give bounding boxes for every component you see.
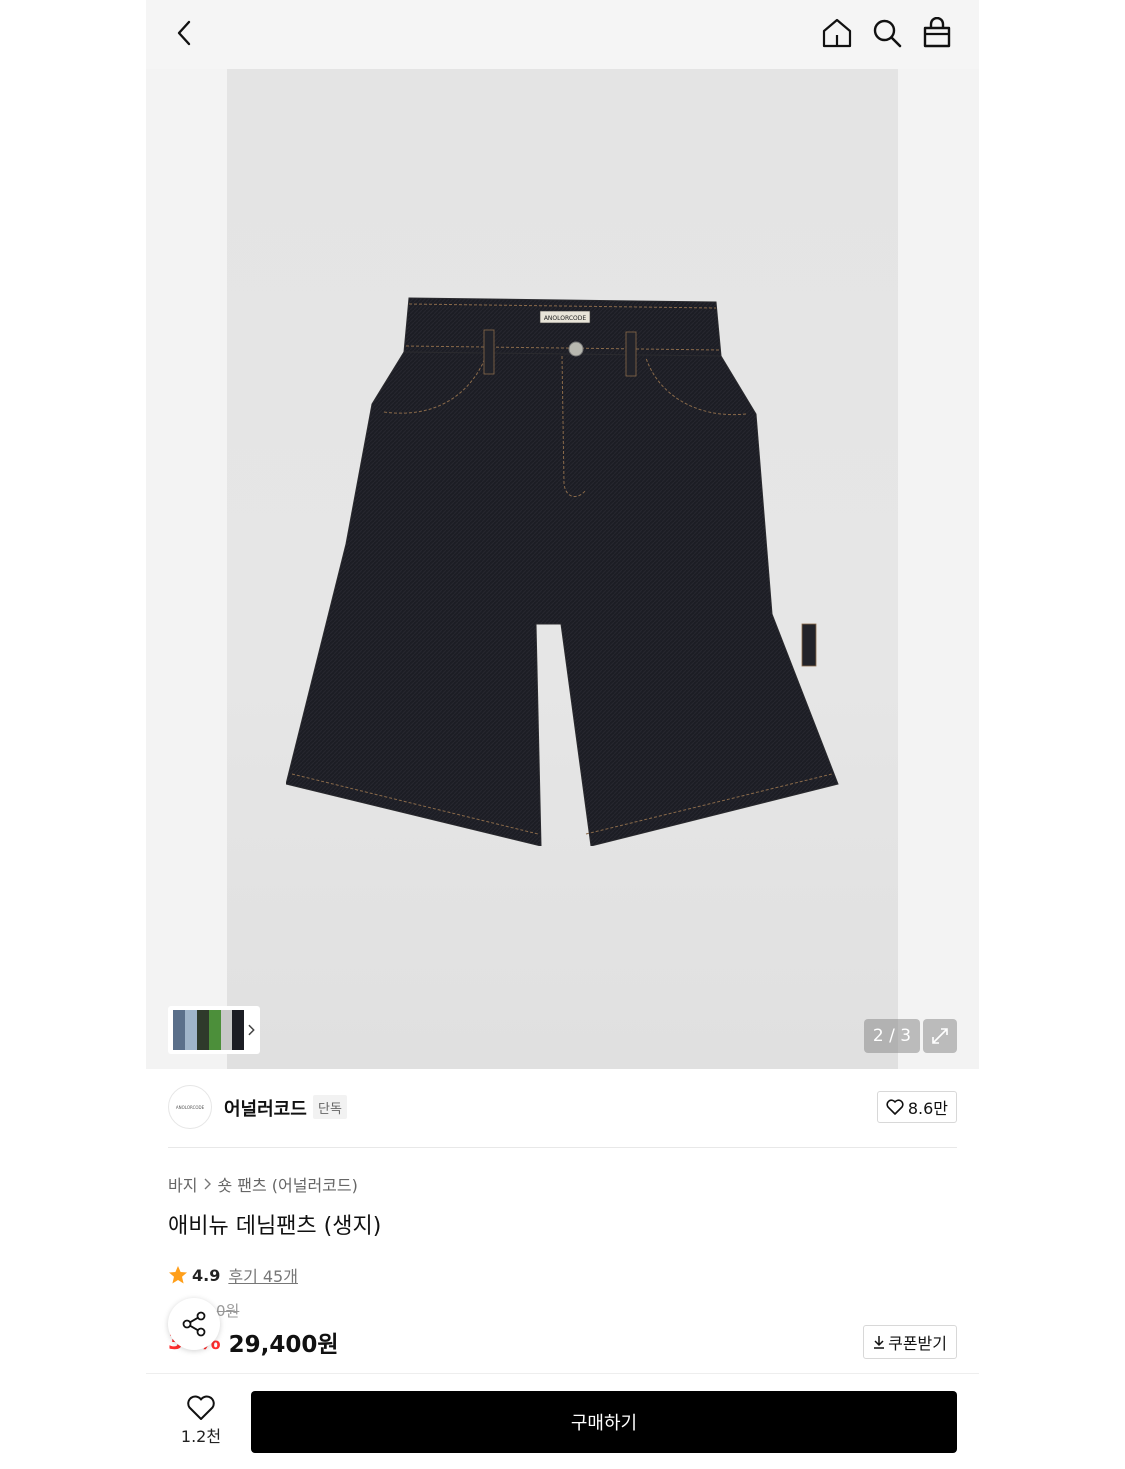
expand-button[interactable] [923,1019,957,1053]
divider [168,1147,957,1148]
brand-name[interactable]: 어널러코드 [224,1095,307,1121]
breadcrumb: 바지 숏 팬츠 (어널러코드) [168,1172,358,1196]
product-image-gallery[interactable]: ANOLORCODE 2 / 3 [146,69,979,1069]
product-detail-page: ANOLORCODE 2 / 3 ANOLORCODE 어널러코드 단독 8.6… [146,0,979,1469]
chevron-left-icon [177,20,191,46]
thumbnail-image[interactable] [173,1010,245,1050]
gallery-side-left [146,69,227,1069]
chevron-right-icon [204,1178,212,1190]
star-icon [169,1266,187,1284]
heart-icon [187,1395,215,1420]
brand-like-count: 8.6만 [907,1099,948,1118]
brand-like-button[interactable]: 8.6만 [876,1091,957,1123]
expand-icon [932,1028,948,1044]
thumbnail-strip[interactable] [168,1006,260,1054]
review-count-link[interactable]: 후기 45개 [228,1263,298,1287]
breadcrumb-item-subcategory[interactable]: 숏 팬츠 (어널러코드) [217,1172,357,1196]
product-title: 애비뉴 데님팬츠 (생지) [168,1214,382,1239]
download-icon [874,1336,885,1349]
product-photo[interactable]: ANOLORCODE [227,69,898,1069]
wishlist-count: 1.2천 [180,1427,222,1446]
heart-icon [886,1099,904,1115]
brand-logo-text: ANOLORCODE [175,1104,205,1110]
share-button[interactable] [168,1298,220,1350]
back-button[interactable] [166,14,204,52]
share-icon [182,1311,206,1337]
rating-row[interactable]: 4.9 후기 45개 [168,1263,298,1287]
wishlist-button[interactable]: 1.2천 [166,1390,236,1452]
gallery-side-right [898,69,979,1069]
search-icon [873,19,902,48]
original-price: 0원 [216,1302,240,1320]
brand-label-text: ANOLORCODE [544,315,587,322]
brand-row[interactable]: ANOLORCODE 어널러코드 단독 8.6만 [168,1085,957,1131]
coupon-download-button[interactable]: 쿠폰받기 [863,1325,957,1359]
coupon-label: 쿠폰받기 [888,1334,947,1353]
breadcrumb-item-category[interactable]: 바지 [168,1172,197,1196]
denim-shorts-image: ANOLORCODE [286,297,839,846]
image-counter: 2 / 3 [864,1019,920,1053]
sale-price: 29,400원 [228,1332,339,1358]
exclusive-badge: 단독 [313,1095,347,1119]
home-button[interactable] [818,14,856,52]
top-navigation-bar [146,0,979,69]
cart-button[interactable] [918,14,956,52]
shopping-bag-icon [923,17,951,48]
buy-button[interactable]: 구매하기 [251,1391,957,1453]
chevron-right-icon [248,1024,255,1036]
search-button[interactable] [868,14,906,52]
bottom-bar-separator [146,1373,979,1374]
brand-logo[interactable]: ANOLORCODE [168,1085,212,1129]
rating-value: 4.9 [192,1265,221,1285]
home-icon [822,18,852,48]
